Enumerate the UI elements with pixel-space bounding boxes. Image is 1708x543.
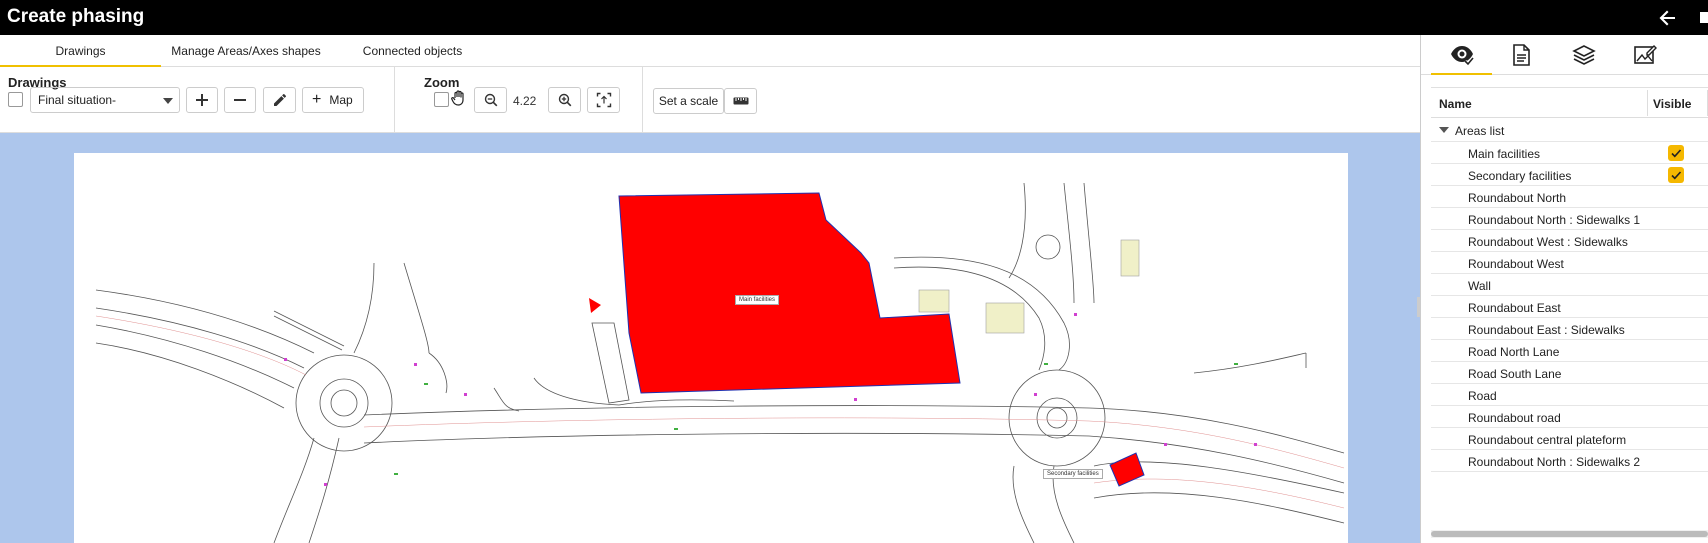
pan-checkbox[interactable] [434,92,449,107]
visible-checkbox[interactable] [1668,145,1684,161]
add-drawing-button[interactable] [186,87,218,113]
area-row-label: Road [1468,389,1497,403]
area-row-label: Road North Lane [1468,345,1560,359]
image-edit-icon [1634,45,1657,64]
toolbar: Drawings Final situation- + Map Zoom 4.2… [0,67,1420,133]
panel-splitter[interactable] [1417,35,1421,543]
area-row-label: Secondary facilities [1468,169,1572,183]
area-row-label: Roundabout North [1468,191,1567,205]
chevron-down-icon [163,98,173,104]
plus-icon: + [312,91,322,108]
drawing-checkbox[interactable] [8,92,23,107]
area-row-label: Main facilities [1468,147,1541,161]
zoom-heading: Zoom [424,75,460,90]
tab-visibility[interactable] [1431,35,1492,75]
area-row-label: Roundabout central plateform [1468,433,1627,447]
area-row[interactable]: Wall [1431,274,1708,296]
toolbar-divider [642,67,643,133]
set-scale-button[interactable]: Set a scale [653,88,724,114]
tab-connected-objects[interactable]: Connected objects [331,35,494,67]
site-plan-drawing [95,182,1345,543]
fit-to-screen-button[interactable] [587,87,620,113]
grid-header: Name Visible [1431,88,1708,118]
area-row[interactable]: Roundabout East : Sidewalks [1431,318,1708,340]
plus-icon [196,94,208,106]
area-row-label: Roundabout East : Sidewalks [1468,323,1625,337]
area-row[interactable]: Roundabout North [1431,186,1708,208]
pencil-icon [273,93,286,106]
visibility-eye-icon [1451,46,1474,66]
window-edge-control[interactable] [1700,12,1708,23]
area-row-label: Wall [1468,279,1491,293]
fit-screen-icon [596,92,611,108]
splitter-grip[interactable] [1417,297,1421,317]
main-facilities-label[interactable]: Main facilities [735,295,780,305]
area-row-label: Roundabout road [1468,411,1561,425]
collapse-triangle-icon[interactable] [1439,127,1449,133]
area-row[interactable]: Roundabout road [1431,406,1708,428]
area-row[interactable]: Main facilities [1431,142,1708,164]
area-row[interactable]: Road South Lane [1431,362,1708,384]
main-tabs: Drawings Manage Areas/Axes shapes Connec… [0,35,1420,67]
area-row[interactable]: Roundabout central plateform [1431,428,1708,450]
area-row[interactable]: Road North Lane [1431,340,1708,362]
map-button[interactable]: + Map [302,87,364,113]
ruler-button[interactable] [724,88,757,114]
document-icon [1513,44,1530,66]
minus-icon [234,99,246,101]
visible-checkbox[interactable] [1668,167,1684,183]
tab-drawings[interactable]: Drawings [0,35,161,67]
tab-layers[interactable] [1553,35,1614,75]
zoom-in-button[interactable] [548,87,581,113]
checkmark-icon [1671,171,1682,180]
area-row-label: Road South Lane [1468,367,1562,381]
secondary-facilities-label[interactable]: Secondary facilities [1043,469,1103,479]
area-row[interactable]: Roundabout West [1431,252,1708,274]
area-row[interactable]: Road [1431,384,1708,406]
zoom-out-button[interactable] [474,87,507,113]
area-row[interactable]: Roundabout West : Sidewalks [1431,230,1708,252]
title-bar: Create phasing [0,0,1708,35]
area-row[interactable]: Secondary facilities [1431,164,1708,186]
group-row-areas-list[interactable]: Areas list [1431,118,1708,142]
area-row[interactable]: Roundabout North : Sidewalks 2 [1431,450,1708,472]
checkmark-icon [1671,149,1682,158]
zoom-out-icon [484,93,497,107]
toolbar-divider [394,67,395,133]
map-button-label: Map [329,93,353,107]
areas-grid: Name Visible Areas list Main facilities S… [1431,87,1708,501]
area-row[interactable]: Roundabout East [1431,296,1708,318]
remove-drawing-button[interactable] [224,87,256,113]
drawing-select-value: Final situation- [38,93,117,107]
horizontal-scrollbar[interactable] [1431,530,1708,538]
column-visible-header[interactable]: Visible [1653,97,1691,111]
area-row-label: Roundabout West : Sidewalks [1468,235,1628,249]
back-arrow-icon[interactable] [1655,6,1679,30]
edit-drawing-button[interactable] [263,87,296,113]
drawing-select[interactable]: Final situation- [30,87,180,113]
area-row-label: Roundabout North : Sidewalks 1 [1468,213,1641,227]
area-row-label: Roundabout North : Sidewalks 2 [1468,455,1641,469]
area-row[interactable]: Roundabout North : Sidewalks 1 [1431,208,1708,230]
area-row-label: Roundabout West [1468,257,1564,271]
group-label: Areas list [1455,124,1505,138]
tab-manage-areas[interactable]: Manage Areas/Axes shapes [161,35,331,67]
scrollbar-thumb[interactable] [1431,531,1708,537]
zoom-in-icon [558,93,571,107]
window-title: Create phasing [7,6,145,27]
ruler-icon [733,97,748,105]
drawing-canvas[interactable]: Main facilities Secondary facilities [0,133,1420,543]
column-divider[interactable] [1647,90,1648,116]
tab-image-edit[interactable] [1614,35,1675,75]
right-panel-tabs [1421,35,1708,75]
tab-documents[interactable] [1492,35,1553,75]
area-row-label: Roundabout East [1468,301,1561,315]
hand-pan-icon[interactable] [450,89,468,112]
drawing-sheet[interactable]: Main facilities Secondary facilities [74,153,1348,543]
layers-icon [1572,45,1596,65]
column-name-header[interactable]: Name [1439,97,1472,111]
zoom-level: 4.22 [513,94,537,108]
